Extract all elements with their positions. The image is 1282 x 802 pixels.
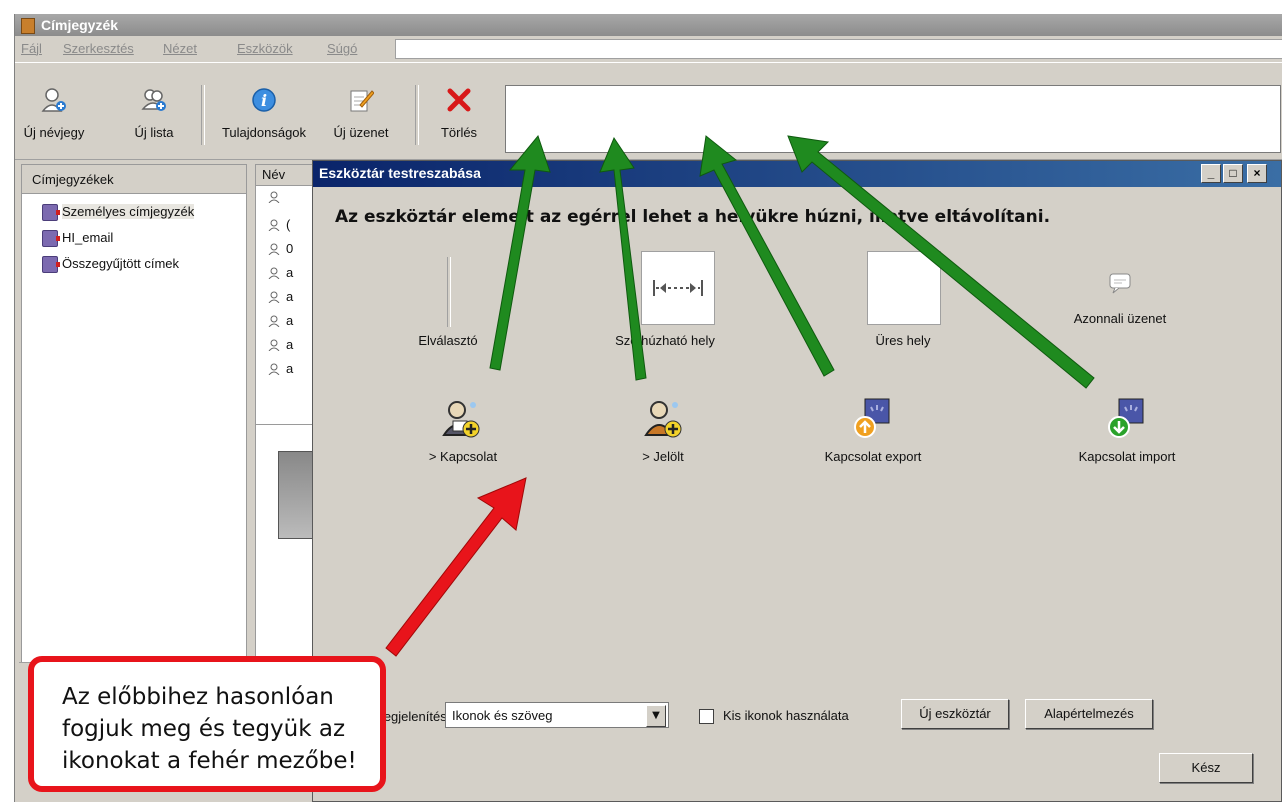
callout-line-3: ikonokat a fehér mezőbe!: [62, 748, 357, 774]
green-arrow-3: [699, 135, 835, 377]
green-arrow-1: [489, 134, 551, 371]
green-arrow-2: [599, 136, 647, 381]
instruction-callout: Az előbbihez hasonlóan fogjuk meg és teg…: [28, 656, 386, 792]
callout-line-1: Az előbbihez hasonlóan: [62, 684, 334, 710]
red-arrow: [385, 477, 527, 657]
callout-line-2: fogjuk meg és tegyük az: [62, 716, 346, 742]
green-arrow-4: [787, 135, 1095, 389]
